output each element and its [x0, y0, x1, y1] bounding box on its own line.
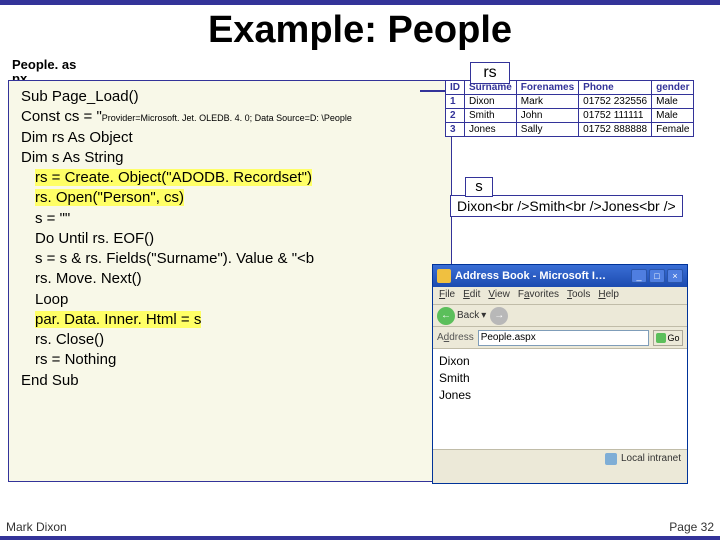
back-icon: ← — [437, 307, 455, 325]
status-text: Local intranet — [621, 453, 681, 464]
col-forenames: Forenames — [516, 81, 578, 95]
menu-view[interactable]: View — [488, 289, 510, 302]
chevron-down-icon: ▾ — [481, 310, 486, 321]
bottom-rule — [0, 536, 720, 540]
code-line: End Sub — [15, 371, 445, 391]
code-line: rs = Create. Object("ADODB. Recordset") — [15, 168, 445, 188]
go-button[interactable]: Go — [653, 330, 683, 346]
db-table: ID Surname Forenames Phone gender 1Dixon… — [445, 80, 694, 137]
table-row: 1DixonMark01752 232556Male — [446, 95, 694, 109]
slide-title: Example: People — [0, 9, 720, 52]
code-line: rs. Open("Person", cs) — [15, 188, 445, 208]
code-box: Sub Page_Load() Const cs = "Provider=Mic… — [8, 80, 452, 482]
code-line: Do Until rs. EOF() — [15, 229, 445, 249]
menu-favorites[interactable]: Favorites — [518, 289, 559, 302]
code-line: s = "" — [15, 209, 445, 229]
address-input[interactable] — [478, 330, 649, 346]
col-phone: Phone — [579, 81, 652, 95]
address-label: Address — [437, 332, 474, 343]
code-line: s = s & rs. Fields("Surname"). Value & "… — [15, 249, 445, 269]
browser-titlebar[interactable]: Address Book - Microsoft I… _ □ × — [433, 265, 687, 287]
menu-file[interactable]: File — [439, 289, 455, 302]
rs-label: rs — [470, 62, 510, 84]
footer-author: Mark Dixon — [6, 520, 67, 534]
browser-body: Dixon Smith Jones — [433, 349, 687, 449]
browser-toolbar: ← Back ▾ → — [433, 305, 687, 327]
code-line: Dim rs As Object — [15, 128, 445, 148]
menu-help[interactable]: Help — [598, 289, 619, 302]
menu-tools[interactable]: Tools — [567, 289, 590, 302]
body-line: Dixon — [439, 353, 681, 370]
footer-page: Page 32 — [669, 520, 714, 534]
code-line: Loop — [15, 290, 445, 310]
maximize-button[interactable]: □ — [649, 269, 665, 283]
browser-status-bar: Local intranet — [433, 449, 687, 467]
back-button[interactable]: ← Back ▾ — [437, 307, 486, 325]
menu-edit[interactable]: Edit — [463, 289, 480, 302]
table-row: 3JonesSally01752 888888Female — [446, 123, 694, 137]
browser-menubar[interactable]: File Edit View Favorites Tools Help — [433, 287, 687, 305]
table-row: 2SmithJohn01752 111111Male — [446, 109, 694, 123]
s-label: s — [465, 177, 493, 197]
code-line: Const cs = "Provider=Microsoft. Jet. OLE… — [15, 107, 445, 127]
s-content: Dixon<br />Smith<br />Jones<br /> — [450, 195, 683, 217]
code-line: Dim s As String — [15, 148, 445, 168]
go-icon — [656, 333, 666, 343]
code-line: rs. Close() — [15, 330, 445, 350]
top-rule — [0, 0, 720, 5]
body-line: Jones — [439, 387, 681, 404]
body-line: Smith — [439, 370, 681, 387]
code-line: par. Data. Inner. Html = s — [15, 310, 445, 330]
forward-button[interactable]: → — [490, 307, 508, 325]
app-icon — [437, 269, 451, 283]
browser-window: Address Book - Microsoft I… _ □ × File E… — [432, 264, 688, 484]
col-id: ID — [446, 81, 465, 95]
code-line: rs. Move. Next() — [15, 269, 445, 289]
code-line: rs = Nothing — [15, 350, 445, 370]
intranet-icon — [605, 453, 617, 465]
code-line: Sub Page_Load() — [15, 87, 445, 107]
close-button[interactable]: × — [667, 269, 683, 283]
minimize-button[interactable]: _ — [631, 269, 647, 283]
col-gender: gender — [652, 81, 694, 95]
browser-address-bar: Address Go — [433, 327, 687, 349]
browser-title: Address Book - Microsoft I… — [455, 270, 631, 282]
